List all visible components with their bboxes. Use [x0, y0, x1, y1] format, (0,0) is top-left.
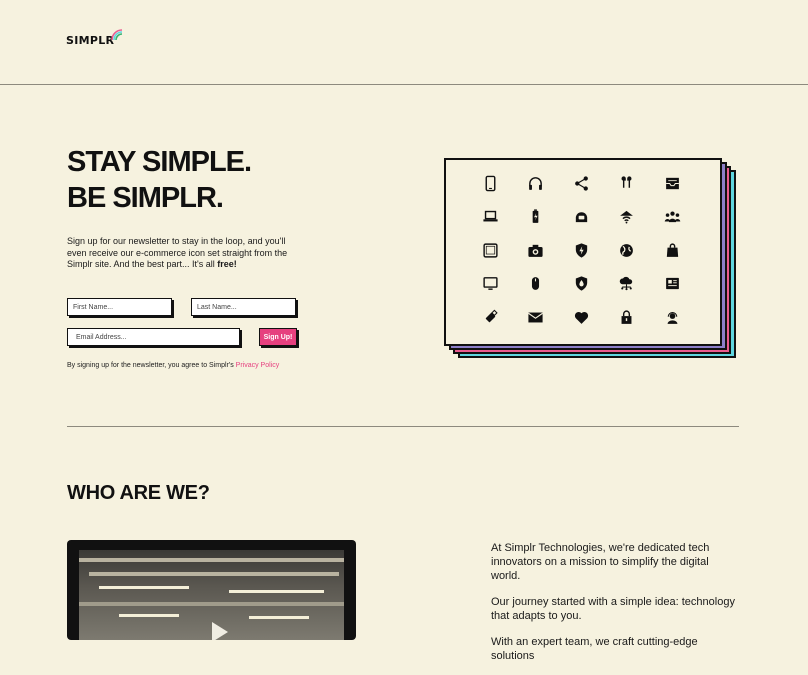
ceiling-beam [89, 572, 339, 576]
camera-icon [526, 240, 546, 260]
last-name-placeholder: Last Name... [197, 303, 237, 311]
legal-text: By signing up for the newsletter, you ag… [67, 362, 236, 369]
wifi-router-icon [617, 207, 637, 227]
laptop-icon [480, 207, 500, 227]
usb-icon [480, 307, 500, 327]
globe-icon [617, 240, 637, 260]
sign-up-button[interactable]: Sign Up! [259, 328, 297, 346]
about-paragraph-1: At Simplr Technologies, we're dedicated … [491, 542, 710, 582]
first-name-placeholder: First Name... [73, 303, 114, 311]
email-field[interactable]: Email Address... [67, 328, 240, 346]
privacy-policy-link[interactable]: Privacy Policy [236, 362, 280, 369]
about-text: At Simplr Technologies, we're dedicated … [491, 541, 741, 675]
ceiling-light [119, 614, 179, 617]
newspaper-icon [662, 274, 682, 294]
mouse-icon [526, 274, 546, 294]
hero-title-line2: BE SIMPLR. [67, 182, 224, 214]
helmet-icon [571, 207, 591, 227]
email-placeholder: Email Address... [76, 333, 127, 341]
headphones-icon [526, 173, 546, 193]
hero-title: STAY SIMPLE. BE SIMPLR. [67, 144, 252, 216]
hero-description-bold: free! [217, 259, 237, 269]
icon-grid [446, 160, 724, 348]
shield-bolt-icon [571, 240, 591, 260]
earbuds-icon [617, 173, 637, 193]
icon-card [444, 158, 722, 346]
mail-icon [526, 307, 546, 327]
icon-set-preview [444, 158, 744, 368]
hero-description: Sign up for our newsletter to stay in th… [67, 236, 302, 271]
first-name-field[interactable]: First Name... [67, 298, 172, 316]
video-thumbnail [79, 550, 344, 640]
site-header: SIMPLR [0, 0, 808, 85]
hero-title-line1: STAY SIMPLE. [67, 146, 252, 178]
about-title: WHO ARE WE? [67, 482, 210, 504]
ceiling-light [229, 590, 324, 593]
share-icon [571, 173, 591, 193]
inbox-icon [662, 173, 682, 193]
signal-icon [111, 29, 123, 41]
shopping-bag-icon [662, 240, 682, 260]
support-agent-icon [662, 307, 682, 327]
cloud-network-icon [617, 274, 637, 294]
group-icon [662, 207, 682, 227]
tablet-icon [480, 240, 500, 260]
battery-charging-icon [526, 207, 546, 227]
ceiling-light [99, 586, 189, 589]
ceiling-beam [79, 558, 344, 562]
lock-icon [617, 307, 637, 327]
about-paragraph-2: Our journey started with a simple idea: … [491, 596, 735, 622]
play-icon[interactable] [212, 622, 228, 640]
legal-notice: By signing up for the newsletter, you ag… [67, 362, 279, 369]
smartphone-icon [480, 173, 500, 193]
ceiling-light [249, 616, 309, 619]
simplr-logo[interactable]: SIMPLR [66, 29, 123, 49]
hero-description-text: Sign up for our newsletter to stay in th… [67, 236, 288, 269]
shield-drop-icon [571, 274, 591, 294]
about-paragraph-3: With an expert team, we craft cutting-ed… [491, 636, 698, 662]
last-name-field[interactable]: Last Name... [191, 298, 296, 316]
heart-icon [571, 307, 591, 327]
logo-wordmark: SIMPLR [66, 34, 115, 47]
monitor-icon [480, 274, 500, 294]
ceiling-beam [79, 602, 344, 606]
section-divider [67, 426, 739, 427]
office-video[interactable] [67, 540, 356, 640]
